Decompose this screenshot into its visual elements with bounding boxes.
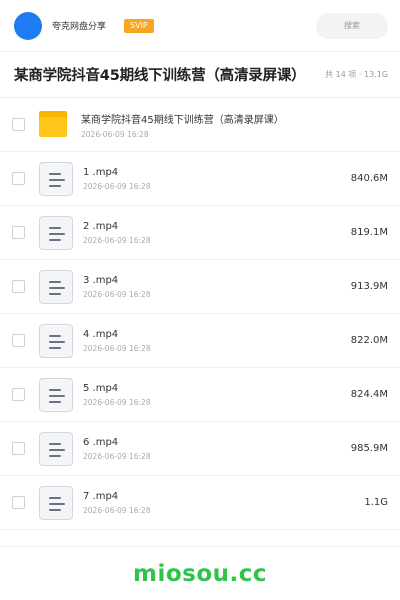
select-checkbox[interactable] [12,172,25,185]
file-name: 5 .mp4 [83,382,119,394]
file-size: 985.9M [350,443,388,454]
document-icon [39,215,73,250]
file-name: 1 .mp4 [83,166,119,178]
list-item[interactable]: 4 .mp4 2026-06-09 16:28 822.0M [0,314,400,368]
select-checkbox[interactable] [12,388,25,401]
list-item[interactable]: 7 .mp4 2026-06-09 16:28 1.1G [0,476,400,530]
list-item[interactable]: 1 .mp4 2026-06-09 16:28 840.6M [0,152,400,206]
user-name: 夸克网盘分享 [52,22,107,32]
folder-icon [39,109,71,141]
file-date: 2026-06-09 16:28 [83,505,151,515]
list-item[interactable]: 5 .mp4 2026-06-09 16:28 824.4M [0,368,400,422]
file-name: 2 .mp4 [83,220,119,232]
watermark-text: miosou.cc [132,560,268,587]
footer: miosou.cc [0,546,400,600]
list-item[interactable]: 2 .mp4 2026-06-09 16:28 819.1M [0,206,400,260]
file-date: 2026-06-09 16:28 [83,397,151,407]
file-name: 7 .mp4 [83,490,119,502]
share-summary: 共 14 项 · 13.1G [325,70,388,79]
file-list: 某商学院抖音45期线下训练营（高清录屏课） 2026-06-09 16:28 1… [0,98,400,530]
file-size: 913.9M [350,281,388,292]
file-date: 2026-06-09 16:28 [81,129,149,139]
select-checkbox[interactable] [12,226,25,239]
select-checkbox[interactable] [12,280,25,293]
file-date: 2026-06-09 16:28 [83,289,151,299]
select-checkbox[interactable] [12,334,25,347]
file-name: 某商学院抖音45期线下训练营（高清录屏课） [81,114,284,126]
file-size: 819.1M [350,227,388,238]
document-icon [39,431,73,466]
file-size: 822.0M [350,335,388,346]
file-date: 2026-06-09 16:28 [83,235,151,245]
search-button[interactable]: 搜索 [316,12,388,39]
file-date: 2026-06-09 16:28 [83,181,151,191]
document-icon [39,323,73,358]
select-checkbox[interactable] [12,496,25,509]
document-icon [39,485,73,520]
list-item[interactable]: 某商学院抖音45期线下训练营（高清录屏课） 2026-06-09 16:28 [0,98,400,152]
file-name: 4 .mp4 [83,328,119,340]
file-name: 6 .mp4 [83,436,119,448]
file-size: 824.4M [350,389,388,400]
file-date: 2026-06-09 16:28 [83,451,151,461]
select-checkbox[interactable] [12,442,25,455]
share-title-bar: 某商学院抖音45期线下训练营（高清录屏课） 共 14 项 · 13.1G [0,52,400,98]
document-icon [39,161,73,196]
top-header: 夸克网盘分享 SVIP 搜索 [0,0,400,52]
document-icon [39,377,73,412]
file-name: 3 .mp4 [83,274,119,286]
svip-badge: SVIP [124,18,154,33]
file-date: 2026-06-09 16:28 [83,343,151,353]
list-item[interactable]: 3 .mp4 2026-06-09 16:28 913.9M [0,260,400,314]
file-size: 840.6M [350,173,388,184]
select-checkbox[interactable] [12,118,25,131]
search-label: 搜索 [344,21,360,30]
document-icon [39,269,73,304]
file-size: 1.1G [364,497,388,508]
list-item[interactable]: 6 .mp4 2026-06-09 16:28 985.9M [0,422,400,476]
page-title: 某商学院抖音45期线下训练营（高清录屏课） [14,68,306,84]
avatar[interactable] [14,11,42,40]
